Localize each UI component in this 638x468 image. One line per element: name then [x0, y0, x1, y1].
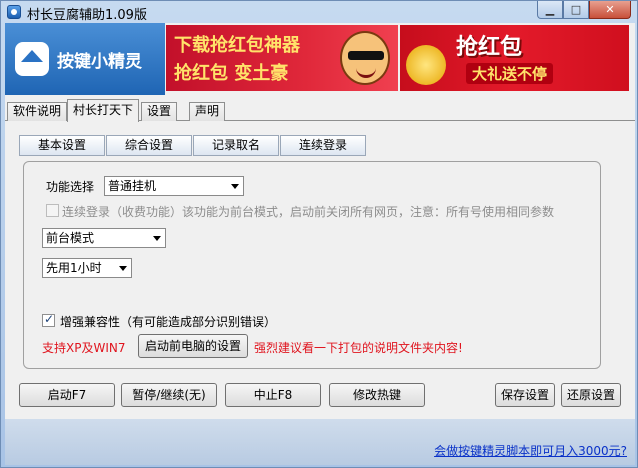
- pc-settings-button[interactable]: 启动前电脑的设置: [138, 334, 248, 358]
- duration-select[interactable]: 先用1小时: [42, 258, 132, 278]
- function-select[interactable]: 普通挂机: [104, 176, 244, 196]
- close-button[interactable]: ✕: [589, 1, 631, 19]
- continuous-login-label: 连续登录（收费功能）该功能为前台模式，启动前关闭所有网页，注意：所有号使用相同参…: [62, 205, 555, 219]
- gold-coin-icon: [406, 45, 446, 85]
- main-tab-bar: 软件说明 村长打天下 设置 声明: [5, 99, 635, 122]
- ad-banner-left[interactable]: 下载抢红包神器 抢红包 变土豪: [166, 25, 398, 91]
- restore-settings-button[interactable]: 还原设置: [561, 383, 621, 407]
- tab-village-chief[interactable]: 村长打天下: [67, 99, 140, 122]
- pause-resume-button[interactable]: 暂停/继续(无): [121, 383, 217, 407]
- tab-software-info[interactable]: 软件说明: [7, 102, 68, 121]
- warning-text: 强烈建议看一下打包的说明文件夹内容!: [254, 341, 463, 355]
- continuous-login-checkbox[interactable]: [46, 204, 59, 217]
- support-os-text: 支持XP及WIN7: [42, 341, 126, 355]
- save-settings-button[interactable]: 保存设置: [495, 383, 555, 407]
- chevron-down-icon: [119, 266, 127, 271]
- app-icon: [7, 5, 21, 19]
- start-button[interactable]: 启动F7: [19, 383, 115, 407]
- client-area: 按键小精灵 下载抢红包神器 抢红包 变土豪 抢红包 大礼送不停 软件说明 村长打…: [5, 23, 635, 465]
- footer-bar: 会做按键精灵脚本即可月入3000元?: [5, 419, 635, 465]
- sunglasses-face-icon: [340, 31, 390, 85]
- mode-select[interactable]: 前台模式: [42, 228, 166, 248]
- brand-logo[interactable]: 按键小精灵: [5, 23, 165, 95]
- subtab-general-settings[interactable]: 综合设置: [106, 135, 192, 156]
- ad-subline: 大礼送不停: [466, 63, 554, 84]
- subtab-record-naming[interactable]: 记录取名: [193, 135, 279, 156]
- tab-settings[interactable]: 设置: [141, 102, 178, 121]
- window-title: 村长豆腐辅助1.09版: [27, 8, 147, 23]
- brand-text: 按键小精灵: [57, 51, 142, 72]
- home-icon: [15, 42, 49, 76]
- basic-settings-panel: 功能选择 普通挂机 连续登录（收费功能）该功能为前台模式，启动前关闭所有网页，注…: [23, 161, 601, 369]
- promo-link[interactable]: 会做按键精灵脚本即可月入3000元?: [434, 442, 627, 459]
- maximize-button[interactable]: □: [563, 1, 589, 19]
- stop-button[interactable]: 中止F8: [225, 383, 321, 407]
- function-label: 功能选择: [46, 180, 95, 194]
- subtab-continuous-login[interactable]: 连续登录: [280, 135, 366, 156]
- change-hotkey-button[interactable]: 修改热键: [329, 383, 425, 407]
- minimize-button[interactable]: ▁: [537, 1, 563, 19]
- duration-select-value: 先用1小时: [46, 261, 102, 275]
- window-controls: ▁ □ ✕: [537, 1, 631, 19]
- mode-select-value: 前台模式: [46, 231, 95, 245]
- ad-banner-right[interactable]: 抢红包 大礼送不停: [400, 25, 629, 91]
- ad-subline: 抢红包 变土豪: [174, 63, 289, 84]
- function-select-value: 普通挂机: [108, 179, 157, 193]
- subtab-basic-settings[interactable]: 基本设置: [19, 135, 105, 156]
- ad-headline: 下载抢红包神器: [174, 35, 300, 56]
- title-bar[interactable]: 村长豆腐辅助1.09版 ▁ □ ✕: [1, 1, 637, 23]
- app-window: 村长豆腐辅助1.09版 ▁ □ ✕ 按键小精灵 下载抢红包神器 抢红包 变土豪 …: [0, 0, 638, 468]
- chevron-down-icon: [153, 236, 161, 241]
- chevron-down-icon: [231, 184, 239, 189]
- tab-statement[interactable]: 声明: [189, 102, 226, 121]
- ad-headline: 抢红包: [456, 35, 523, 60]
- compat-label: 增强兼容性（有可能造成部分识别错误）: [60, 315, 277, 329]
- compat-checkbox[interactable]: [42, 312, 55, 327]
